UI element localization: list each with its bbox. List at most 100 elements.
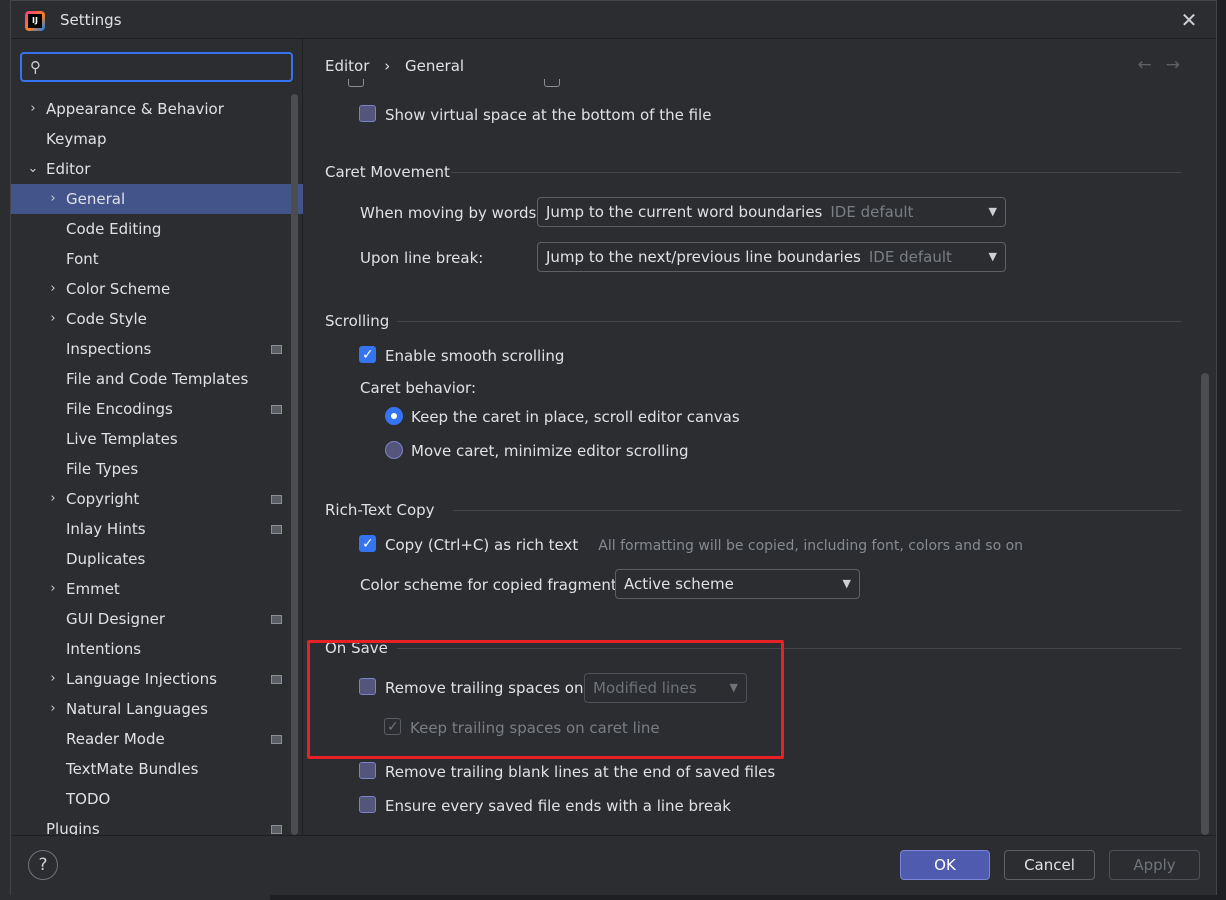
radio-keep-caret[interactable]: Keep the caret in place, scroll editor c… [385,406,740,427]
forward-arrow-icon[interactable]: → [1166,55,1194,75]
sidebar-item-gui-designer[interactable]: GUI Designer [11,604,303,634]
sidebar-item-copyright[interactable]: › Copyright [11,484,303,514]
line-break-label: Upon line break: [360,249,484,267]
rich-copy-checkbox[interactable] [359,534,376,554]
chevron-right-icon[interactable]: › [47,274,59,304]
sidebar-item-duplicates[interactable]: Duplicates [11,544,303,574]
sidebar-item-keymap[interactable]: Keymap [11,124,303,154]
remove-blank-row[interactable]: Remove trailing blank lines at the end o… [359,762,775,782]
sidebar-item-label: Language Injections [66,670,217,688]
sidebar-item-language-injections[interactable]: › Language Injections [11,664,303,694]
radio-move-caret-button[interactable] [385,440,403,459]
rich-copy-row[interactable]: Copy (Ctrl+C) as rich text All formatting… [359,534,1024,555]
sidebar-item-label: File Encodings [66,400,173,418]
breadcrumb-parent[interactable]: Editor [325,57,369,75]
settings-sidebar: ⚲ › Appearance & Behavior Keymap ⌄ Editor › Ge… [11,39,303,838]
chevron-right-icon[interactable]: › [47,664,59,694]
apply-button[interactable]: Apply [1109,850,1200,880]
remove-trailing-row[interactable]: Remove trailing spaces on: [359,678,589,698]
sidebar-item-label: Color Scheme [66,280,171,298]
background-ide-right [1216,0,1226,900]
ok-button[interactable]: OK [900,850,990,880]
radio-keep-caret-button[interactable] [385,406,403,425]
sidebar-item-file-and-code-templates[interactable]: File and Code Templates [11,364,303,394]
content-scrollbar[interactable] [1201,373,1209,835]
remove-trailing-checkbox[interactable] [359,678,376,695]
breadcrumb-separator-icon: › [384,57,391,75]
sidebar-item-general[interactable]: › General [11,184,303,214]
clipped-row [348,79,868,89]
smooth-scrolling-label: Enable smooth scrolling [385,347,565,365]
sidebar-item-todo[interactable]: TODO [11,784,303,814]
remove-blank-checkbox[interactable] [359,762,376,779]
settings-content: Editor › General ←→ Show virtual space a… [304,39,1216,835]
sidebar-item-file-encodings[interactable]: File Encodings [11,394,303,424]
sidebar-item-inspections[interactable]: Inspections [11,334,303,364]
keep-caret-checkbox[interactable] [384,717,401,737]
rich-copy-hint: All formatting will be copied, including… [598,538,1024,554]
line-break-dropdown[interactable]: Jump to the next/previous line boundarie… [537,242,1006,272]
sidebar-scrollbar[interactable] [291,94,299,835]
sidebar-item-emmet[interactable]: › Emmet [11,574,303,604]
radio-move-caret[interactable]: Move caret, minimize editor scrolling [385,440,689,461]
section-title: On Save [325,639,388,657]
keep-caret-label: Keep trailing spaces on caret line [410,719,660,737]
sidebar-item-editor[interactable]: ⌄ Editor [11,154,303,184]
dialog-footer: ? OK Cancel Apply [11,835,1216,895]
words-dropdown[interactable]: Jump to the current word boundaries IDE d… [537,197,1006,227]
project-level-icon [271,405,282,414]
chevron-down-icon: ▼ [988,205,997,218]
sidebar-item-textmate-bundles[interactable]: TextMate Bundles [11,754,303,784]
sidebar-item-label: Intentions [66,640,142,658]
back-arrow-icon[interactable]: ← [1138,55,1166,75]
breadcrumb: Editor › General [325,57,474,75]
chevron-right-icon[interactable]: › [47,694,59,724]
section-caret-movement: Caret Movement [325,162,1182,182]
chevron-right-icon[interactable]: › [47,304,59,334]
chevron-right-icon[interactable]: › [47,484,59,514]
sidebar-item-code-editing[interactable]: Code Editing [11,214,303,244]
sidebar-item-code-style[interactable]: › Code Style [11,304,303,334]
search-input[interactable] [52,57,287,77]
project-level-icon [271,675,282,684]
sidebar-item-label: Live Templates [66,430,178,448]
sidebar-item-font[interactable]: Font [11,244,303,274]
color-scheme-dropdown[interactable]: Active scheme ▼ [615,569,860,599]
keep-caret-row[interactable]: Keep trailing spaces on caret line [384,717,660,738]
sidebar-item-color-scheme[interactable]: › Color Scheme [11,274,303,304]
virtual-space-checkbox[interactable] [359,105,376,122]
sidebar-item-label: Appearance & Behavior [46,100,224,118]
line-break-note: IDE default [868,248,952,266]
virtual-space-row[interactable]: Show virtual space at the bottom of the … [359,105,711,125]
cancel-button[interactable]: Cancel [1004,850,1095,880]
chevron-right-icon[interactable]: › [47,184,59,214]
sidebar-item-natural-languages[interactable]: › Natural Languages [11,694,303,724]
sidebar-item-reader-mode[interactable]: Reader Mode [11,724,303,754]
sidebar-item-label: TODO [66,790,111,808]
smooth-scrolling-checkbox[interactable] [359,345,376,365]
ensure-break-row[interactable]: Ensure every saved file ends with a line… [359,796,731,816]
close-icon[interactable]: ✕ [1178,9,1200,31]
sidebar-item-live-templates[interactable]: Live Templates [11,424,303,454]
sidebar-item-label: Code Editing [66,220,162,238]
sidebar-item-inlay-hints[interactable]: Inlay Hints [11,514,303,544]
sidebar-item-label: Duplicates [66,550,146,568]
radio-move-caret-label: Move caret, minimize editor scrolling [411,442,689,460]
chevron-down-icon[interactable]: ⌄ [27,154,39,184]
sidebar-item-intentions[interactable]: Intentions [11,634,303,664]
title-bar: Settings ✕ [11,1,1216,39]
remove-blank-label: Remove trailing blank lines at the end o… [385,763,776,781]
chevron-right-icon[interactable]: › [27,94,39,124]
words-value: Jump to the current word boundaries [546,203,823,221]
settings-tree: › Appearance & Behavior Keymap ⌄ Editor › Gene… [11,94,303,844]
help-button[interactable]: ? [28,850,58,880]
settings-search[interactable]: ⚲ [20,52,293,82]
chevron-right-icon[interactable]: › [47,574,59,604]
ensure-break-checkbox[interactable] [359,796,376,813]
smooth-scrolling-row[interactable]: Enable smooth scrolling [359,345,565,366]
settings-dialog: Settings ✕ ⚲ › Appearance & Behavior Keyma… [10,0,1217,895]
sidebar-item-label: File and Code Templates [66,370,249,388]
sidebar-item-appearance-behavior[interactable]: › Appearance & Behavior [11,94,303,124]
remove-trailing-dropdown[interactable]: Modified lines ▼ [584,673,747,703]
sidebar-item-file-types[interactable]: File Types [11,454,303,484]
